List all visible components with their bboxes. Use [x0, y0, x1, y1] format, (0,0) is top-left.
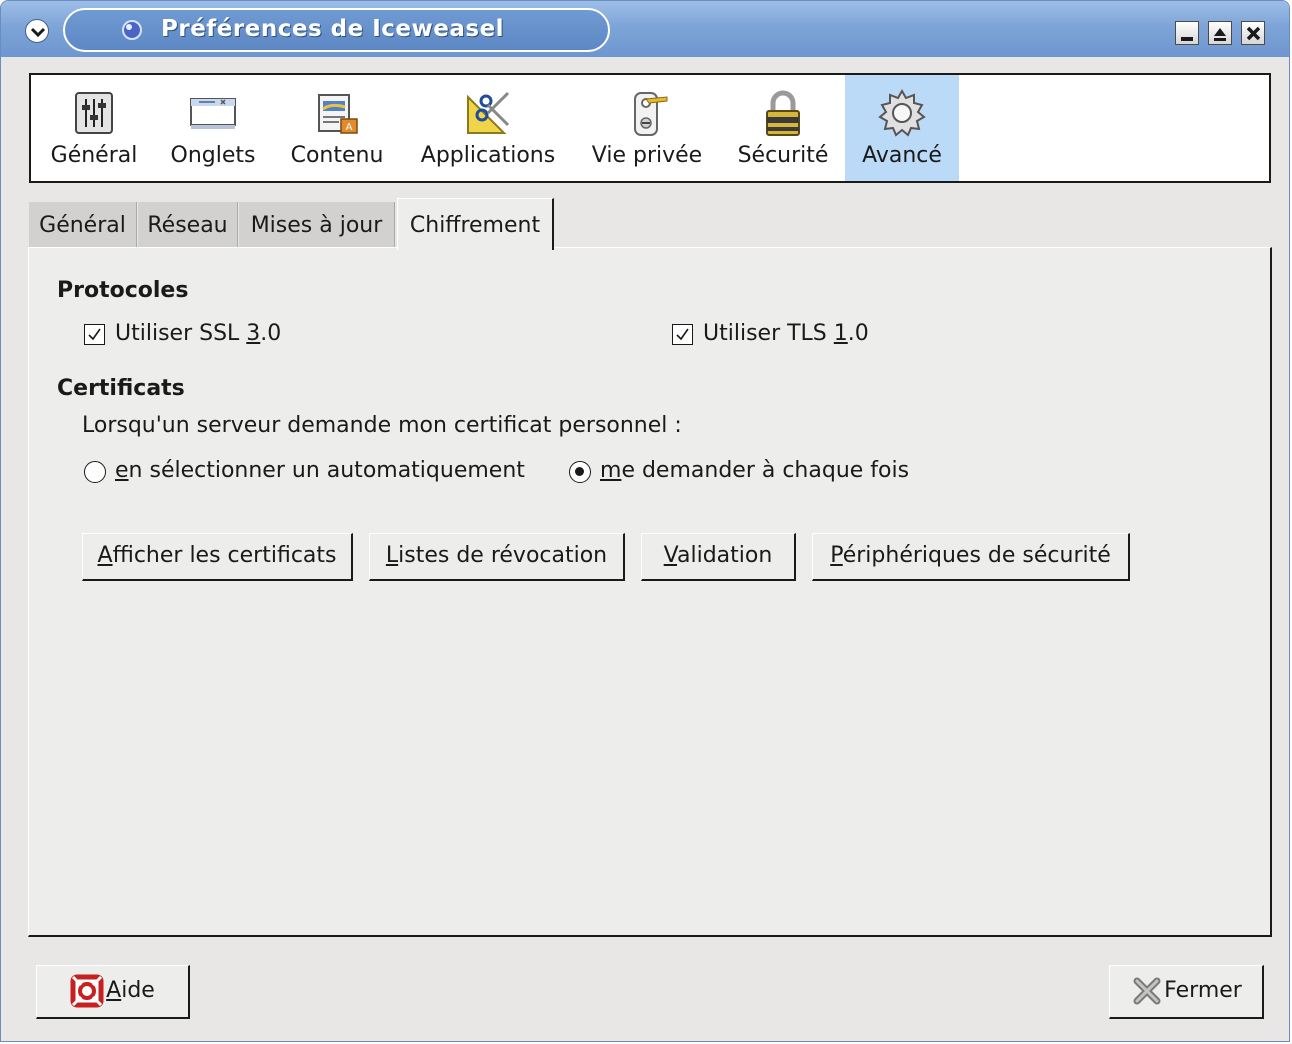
pane-security[interactable]: Sécurité	[727, 75, 839, 181]
close-x-icon	[1133, 977, 1161, 1005]
title-bar[interactable]: Préférences de Iceweasel	[1, 1, 1289, 57]
help-button[interactable]: Aide	[36, 965, 190, 1019]
protocols-heading: Protocoles	[57, 278, 189, 303]
chevron-down-icon	[30, 27, 46, 38]
pane-applications[interactable]: Applications	[415, 75, 561, 181]
window-tabs-icon	[190, 98, 236, 129]
pane-label: Général	[50, 143, 138, 168]
tab-updates[interactable]: Mises à jour	[239, 202, 395, 248]
pane-label: Onglets	[170, 143, 256, 168]
minimize-button[interactable]	[1175, 21, 1199, 45]
content-icon: A	[318, 94, 358, 134]
tls-checkbox-row[interactable]: Utiliser TLS 1.0	[672, 321, 912, 352]
radio-ask-label: me demander à chaque fois	[600, 458, 910, 483]
certificate-prompt: Lorsqu'un serveur demande mon certificat…	[82, 413, 682, 438]
radio-ask-every-time[interactable]	[569, 461, 591, 483]
title-pill: Préférences de Iceweasel	[63, 8, 610, 52]
encryption-panel: Protocoles Utiliser SSL 3.0 Utiliser TLS…	[28, 247, 1272, 937]
ssl-label: Utiliser SSL 3.0	[115, 321, 282, 346]
close-icon	[1246, 26, 1261, 41]
certificates-heading: Certificats	[57, 376, 185, 401]
window-title: Préférences de Iceweasel	[161, 16, 505, 42]
sliders-icon	[75, 92, 113, 134]
ssl-checkbox[interactable]	[84, 324, 105, 345]
pane-label: Sécurité	[737, 143, 829, 168]
tls-label: Utiliser TLS 1.0	[703, 321, 869, 346]
svg-text:A: A	[346, 122, 353, 133]
maximize-icon	[1214, 28, 1226, 41]
lifebuoy-icon	[70, 974, 104, 1008]
preferences-window: Préférences de Iceweasel Général Onglets…	[0, 0, 1290, 1042]
window-menu-button[interactable]	[25, 19, 49, 43]
padlock-icon	[766, 90, 800, 136]
pane-label: Applications	[420, 143, 556, 168]
radio-select-auto[interactable]	[84, 461, 106, 483]
pane-content[interactable]: A Contenu	[281, 75, 393, 181]
iceweasel-logo-icon	[122, 20, 142, 40]
ssl-checkbox-row[interactable]: Utiliser SSL 3.0	[84, 321, 324, 352]
close-window-button[interactable]	[1241, 21, 1265, 45]
checkmark-icon	[676, 328, 689, 341]
close-button[interactable]: Fermer	[1109, 965, 1264, 1019]
radio-ask-row[interactable]: me demander à chaque fois	[569, 458, 949, 488]
pane-label: Vie privée	[591, 143, 703, 168]
minimize-icon	[1181, 37, 1193, 41]
maximize-button[interactable]	[1208, 21, 1232, 45]
security-devices-button[interactable]: Périphériques de sécurité	[812, 533, 1130, 581]
pane-privacy[interactable]: Vie privée	[583, 75, 711, 181]
pane-general[interactable]: Général	[39, 75, 149, 181]
gear-icon	[878, 88, 926, 137]
tab-encryption[interactable]: Chiffrement	[397, 198, 554, 250]
pane-label: Avancé	[862, 143, 942, 168]
pane-toolbar: Général Onglets A Contenu Applications V…	[29, 73, 1271, 183]
tab-network[interactable]: Réseau	[138, 202, 238, 248]
pane-label: Contenu	[290, 143, 384, 168]
radio-auto-row[interactable]: en sélectionner un automatiquement	[84, 458, 554, 488]
tab-general[interactable]: Général	[29, 202, 137, 248]
validation-button[interactable]: Validation	[641, 533, 796, 581]
checkmark-icon	[88, 328, 101, 341]
revocation-lists-button[interactable]: Listes de révocation	[369, 533, 625, 581]
tls-checkbox[interactable]	[672, 324, 693, 345]
pane-advanced[interactable]: Avancé	[845, 75, 959, 181]
door-hanger-icon	[634, 92, 668, 136]
view-certificates-button[interactable]: Afficher les certificats	[82, 533, 353, 581]
applications-icon	[467, 91, 510, 134]
pane-tabs[interactable]: Onglets	[155, 75, 271, 181]
radio-auto-label: en sélectionner un automatiquement	[115, 458, 525, 483]
